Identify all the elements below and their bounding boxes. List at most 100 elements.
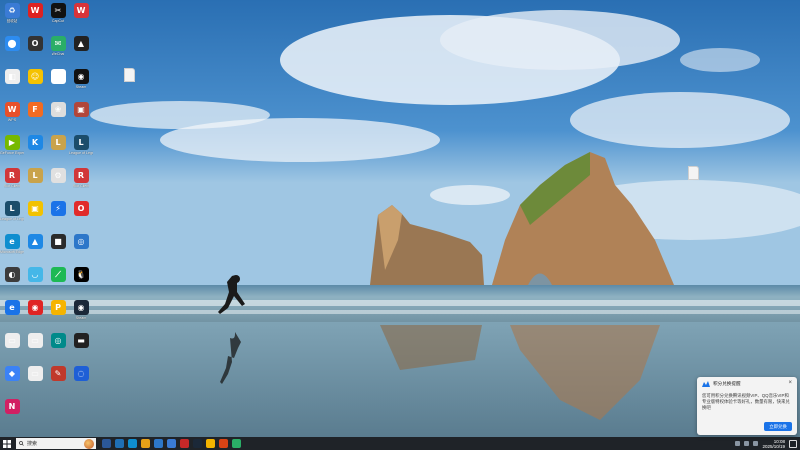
desktop-icon[interactable]: LLeague of Legends xyxy=(0,201,24,221)
file-icon xyxy=(687,166,699,180)
app-icon: ▭ xyxy=(4,333,20,348)
desktop-icon[interactable]: ◐ xyxy=(1,267,23,283)
desktop-icon[interactable]: e Microsoft Edge xyxy=(0,234,24,254)
app-icon: ✎ xyxy=(50,366,66,381)
desktop-icon[interactable]: ◎ xyxy=(70,234,92,250)
desktop-icon-label: WPS xyxy=(7,118,17,122)
desktop-icon[interactable]: W xyxy=(24,3,46,19)
desktop-icon[interactable]: ▭ xyxy=(24,366,46,382)
desktop-icon[interactable]: ♻ 回收站 xyxy=(1,3,23,23)
desktop-icon[interactable]: ▭ xyxy=(24,333,46,349)
desktop-icon[interactable]: R Riot Client xyxy=(1,168,23,188)
volume-icon[interactable] xyxy=(753,441,759,446)
desktop-icon[interactable]: ✂ CapCut xyxy=(47,3,69,23)
app-icon: ▭ xyxy=(27,333,43,348)
notification-toast[interactable]: 积分兑换提醒 × 您可用积分兑换腾讯视频VIP、QQ音乐VIP和专业版特权体验卡… xyxy=(697,377,797,435)
taskbar-app-icon[interactable] xyxy=(154,439,163,448)
taskbar-app-icon[interactable] xyxy=(232,439,241,448)
app-icon: R xyxy=(73,168,89,183)
taskbar-search-box[interactable]: 搜索 xyxy=(16,438,96,449)
desktop-icon[interactable]: ◡ xyxy=(24,267,46,283)
app-icon: ◉ xyxy=(27,300,43,315)
desktop-icon[interactable]: ❀ xyxy=(47,102,69,118)
desktop-icon[interactable]: ☺ xyxy=(24,69,46,85)
desktop-icon[interactable]: ⟋ xyxy=(47,267,69,283)
desktop-icon[interactable]: O xyxy=(70,201,92,217)
app-icon: ■ xyxy=(50,234,66,249)
desktop-icon[interactable]: P xyxy=(47,69,69,85)
app-icon: ◡ xyxy=(27,267,43,282)
notification-center-icon[interactable] xyxy=(789,439,797,448)
taskbar-app-icon[interactable] xyxy=(115,439,124,448)
tray-chevron-icon[interactable] xyxy=(735,441,741,446)
desktop-icon[interactable]: ⬤ xyxy=(1,36,23,52)
desktop-icon[interactable]: ▭ xyxy=(1,333,23,349)
taskbar-app-icon[interactable] xyxy=(167,439,176,448)
taskbar-clock[interactable]: 10:08 2025/10/19 xyxy=(762,439,785,449)
desktop-icon[interactable]: F xyxy=(24,102,46,118)
app-icon: ◉ xyxy=(73,69,89,84)
taskbar-app-icon[interactable] xyxy=(193,439,202,448)
desktop-icon[interactable]: ■ xyxy=(47,234,69,250)
app-icon: O xyxy=(73,201,89,216)
desktop-icon-label: Steam xyxy=(75,85,87,89)
app-icon: ◌ xyxy=(73,366,89,381)
app-icon: ⟋ xyxy=(50,267,66,282)
desktop-icon[interactable]: ◉ xyxy=(24,300,46,316)
taskbar-app-icon[interactable] xyxy=(206,439,215,448)
desktop-file[interactable] xyxy=(116,68,142,83)
taskbar-app-icon[interactable] xyxy=(128,439,137,448)
desktop-icon[interactable]: N xyxy=(1,399,23,415)
desktop-icon-label: Riot Client xyxy=(72,184,90,188)
start-button[interactable] xyxy=(0,437,14,450)
desktop-icon[interactable]: ▲ xyxy=(70,36,92,52)
desktop-icon[interactable]: L xyxy=(47,135,69,151)
desktop-icon[interactable]: ▣ xyxy=(24,201,46,217)
desktop-icon[interactable]: ◌ xyxy=(70,366,92,382)
desktop-icon[interactable]: ▣ xyxy=(70,102,92,118)
desktop-icon[interactable]: ⚙ xyxy=(47,168,69,184)
desktop-icon[interactable]: 🐧 xyxy=(70,267,92,283)
desktop-icon[interactable]: ⚡ xyxy=(47,201,69,217)
close-icon[interactable]: × xyxy=(788,380,792,386)
taskbar-app-icon[interactable] xyxy=(141,439,150,448)
desktop-icon[interactable]: W xyxy=(70,3,92,19)
network-icon[interactable] xyxy=(744,441,750,446)
app-icon: W xyxy=(27,3,43,18)
toast-body: 您可用积分兑换腾讯视频VIP、QQ音乐VIP和专业版特权体验卡等好礼，数量有限，… xyxy=(702,393,790,410)
desktop-icon[interactable]: W WPS xyxy=(1,102,23,122)
desktop-icon[interactable]: ▲ xyxy=(24,234,46,250)
desktop-icon[interactable]: ◉ Steam xyxy=(70,69,92,89)
clock-date: 2025/10/19 xyxy=(762,443,785,449)
desktop-icon[interactable]: L xyxy=(24,168,46,184)
desktop-icon[interactable]: e xyxy=(1,300,23,316)
desktop-icon[interactable]: O xyxy=(24,36,46,52)
app-icon: 🐧 xyxy=(73,267,89,282)
app-icon: ▣ xyxy=(27,201,43,216)
search-highlight-icon xyxy=(84,438,94,449)
desktop-icon[interactable]: ▬ xyxy=(70,333,92,349)
desktop-icon[interactable]: LLeague of Legends xyxy=(69,135,93,155)
desktop-icon[interactable]: ◉ Steam xyxy=(70,300,92,320)
desktop-icon[interactable]: K xyxy=(24,135,46,151)
desktop-icon[interactable]: ◧ xyxy=(1,69,23,85)
desktop-icon[interactable]: ✉ WeChat xyxy=(47,36,69,56)
desktop-icon[interactable]: R Riot Client xyxy=(70,168,92,188)
taskbar-app-icon[interactable] xyxy=(102,439,111,448)
taskbar-app-icon[interactable] xyxy=(219,439,228,448)
desktop-icon[interactable]: ◎ xyxy=(47,333,69,349)
desktop-icon-label: League of Legends xyxy=(69,151,93,155)
app-icon: P xyxy=(50,69,66,84)
redeem-button[interactable]: 立即兑换 xyxy=(764,422,792,431)
app-icon: O xyxy=(27,36,43,51)
desktop-icon[interactable]: ▶GeForce Experience xyxy=(0,135,24,155)
desktop-file[interactable] xyxy=(680,166,706,181)
app-icon: ⚡ xyxy=(50,201,66,216)
app-icon: W xyxy=(73,3,89,18)
desktop-icon[interactable]: ◆ xyxy=(1,366,23,382)
app-icon: ◎ xyxy=(73,234,89,249)
desktop-icon[interactable]: ✎ xyxy=(47,366,69,382)
taskbar-app-icon[interactable] xyxy=(180,439,189,448)
taskbar-app-list xyxy=(102,439,241,448)
desktop-icon[interactable]: P xyxy=(47,300,69,316)
